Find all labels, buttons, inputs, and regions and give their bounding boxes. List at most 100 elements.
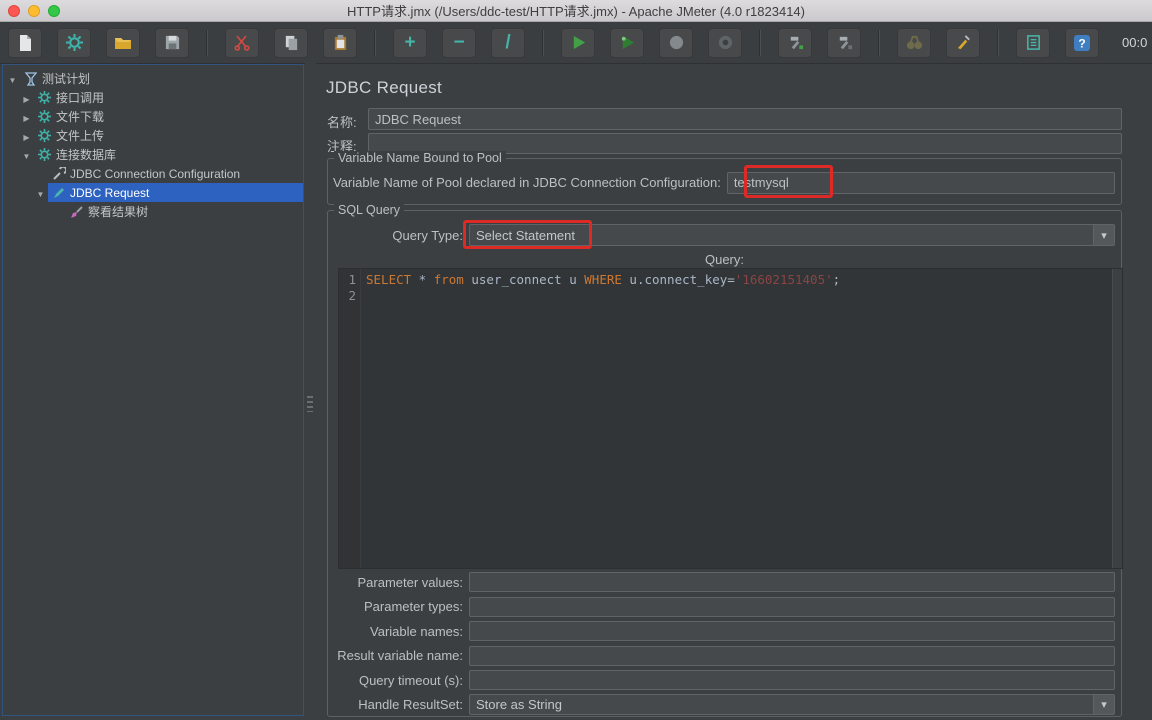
parameter-types-input[interactable]	[469, 596, 1115, 617]
gear-icon	[37, 90, 52, 105]
paste-clipboard-icon	[334, 34, 346, 51]
tree-item-thread-group-1[interactable]: 接口调用	[3, 88, 303, 107]
tree-item-label: 文件下载	[56, 110, 105, 124]
gear-icon	[37, 109, 52, 124]
handle-resultset-row: Handle ResultSet: Store as String	[333, 694, 1115, 715]
parameter-values-row: Parameter values:	[333, 572, 1115, 592]
function-helper-button[interactable]	[1016, 27, 1050, 58]
query-type-value: Select Statement	[476, 227, 575, 243]
tree-item-label: 测试计划	[42, 72, 91, 86]
remote-start-hammer-icon	[790, 36, 803, 50]
sql-code[interactable]: SELECT * from user_connect u WHERE u.con…	[361, 269, 1122, 568]
query-timeout-row: Query timeout (s):	[333, 670, 1115, 690]
cut-button[interactable]	[225, 27, 259, 58]
zoom-window-button[interactable]	[48, 5, 60, 17]
expander-open-icon[interactable]	[33, 186, 48, 200]
help-button[interactable]: ?	[1065, 27, 1099, 58]
handle-resultset-value: Store as String	[476, 697, 562, 712]
start-play-icon	[573, 35, 585, 50]
sql-text: user_connect u	[463, 272, 585, 287]
name-label: 名称:	[327, 115, 357, 130]
expander-closed-icon[interactable]	[19, 129, 34, 143]
templates-gear-icon	[65, 34, 83, 51]
new-file-button[interactable]	[8, 27, 42, 58]
templates-button[interactable]	[57, 27, 91, 58]
tree-item-view-results-tree[interactable]: 察看结果树	[3, 202, 303, 221]
pool-group-title: Variable Name Bound to Pool	[334, 151, 506, 165]
window-title: HTTP请求.jmx (/Users/ddc-test/HTTP请求.jmx) …	[347, 4, 805, 19]
sql-editor[interactable]: 1 2 SELECT * from user_connect u WHERE u…	[338, 268, 1123, 569]
clear-broom-icon	[957, 35, 970, 50]
jmeter-window: HTTP请求.jmx (/Users/ddc-test/HTTP请求.jmx) …	[0, 0, 1152, 720]
tree-item-thread-group-3[interactable]: 文件上传	[3, 126, 303, 145]
tree-item-jdbc-connection-configuration[interactable]: JDBC Connection Configuration	[3, 164, 303, 183]
toolbar: + − / ? 00:0	[0, 22, 1152, 64]
stop-icon	[669, 35, 683, 50]
sql-text: u.connect_key=	[621, 272, 735, 287]
variable-names-row: Variable names:	[333, 621, 1115, 641]
query-label: Query:	[704, 252, 744, 267]
parameter-types-row: Parameter types:	[333, 596, 1115, 617]
toggle-element-button[interactable]: /	[491, 27, 525, 58]
tree-item-test-plan[interactable]: 测试计划	[3, 69, 303, 88]
result-variable-name-input[interactable]	[469, 645, 1115, 666]
gear-icon	[37, 147, 52, 162]
toolbar-separator	[374, 29, 376, 56]
query-timeout-label: Query timeout (s):	[358, 672, 463, 688]
line-number: 2	[348, 288, 356, 303]
sql-keyword: from	[433, 272, 464, 287]
query-type-dropdown[interactable]: Select Statement	[469, 224, 1115, 246]
copy-button[interactable]	[274, 27, 308, 58]
splitter-grip-icon	[307, 396, 313, 412]
remote-start-all-button[interactable]	[778, 27, 812, 58]
tree-item-jdbc-request[interactable]: JDBC Request	[3, 183, 303, 202]
function-helper-icon	[1026, 35, 1040, 50]
start-no-pauses-button[interactable]	[610, 27, 644, 58]
wrench-icon	[51, 166, 66, 181]
parameter-values-input[interactable]	[469, 572, 1115, 592]
paste-button[interactable]	[323, 27, 357, 58]
toolbar-separator	[997, 29, 999, 56]
close-window-button[interactable]	[8, 5, 20, 17]
shutdown-button[interactable]	[708, 27, 742, 58]
line-number: 1	[348, 272, 356, 287]
expander-closed-icon[interactable]	[19, 110, 34, 124]
variable-names-label: Variable names:	[370, 623, 463, 639]
pool-variable-input[interactable]: testmysql	[726, 171, 1115, 194]
brush-icon	[69, 204, 84, 219]
stop-button[interactable]	[659, 27, 693, 58]
tree-item-thread-group-db[interactable]: 连接数据库	[3, 145, 303, 164]
open-file-button[interactable]	[106, 27, 140, 58]
test-plan-tree: 测试计划 接口调用 文件下载 文件上传	[2, 64, 304, 716]
handle-resultset-dropdown[interactable]: Store as String	[469, 694, 1115, 715]
minus-icon: −	[453, 32, 465, 53]
sql-string: '16602151405'	[734, 272, 833, 287]
start-no-pauses-icon	[621, 35, 634, 50]
tree-item-label: 察看结果树	[88, 205, 149, 219]
minimize-window-button[interactable]	[28, 5, 40, 17]
tree-item-thread-group-2[interactable]: 文件下载	[3, 107, 303, 126]
name-input[interactable]: JDBC Request	[368, 108, 1122, 130]
tree-main-splitter[interactable]	[305, 62, 316, 720]
start-button[interactable]	[561, 27, 595, 58]
editor-scrollbar[interactable]	[1112, 269, 1122, 568]
save-button[interactable]	[155, 27, 189, 58]
new-file-icon	[20, 34, 31, 51]
selected-tree-item[interactable]: JDBC Request	[48, 183, 303, 202]
variable-names-input[interactable]	[469, 621, 1115, 641]
tree-item-label: JDBC Request	[70, 185, 150, 200]
search-button[interactable]	[897, 27, 931, 58]
clear-all-button[interactable]	[946, 27, 980, 58]
toolbar-separator	[759, 29, 761, 56]
query-timeout-input[interactable]	[469, 670, 1115, 690]
copy-icon	[285, 35, 297, 51]
add-element-button[interactable]: +	[393, 27, 427, 58]
remote-stop-all-button[interactable]	[827, 27, 861, 58]
expander-open-icon[interactable]	[19, 148, 34, 162]
sql-text: ;	[832, 272, 841, 287]
test-plan-flask-icon	[23, 71, 38, 86]
expander-closed-icon[interactable]	[19, 91, 34, 105]
open-folder-icon	[115, 37, 131, 49]
expander-open-icon[interactable]	[5, 72, 20, 86]
remove-element-button[interactable]: −	[442, 27, 476, 58]
